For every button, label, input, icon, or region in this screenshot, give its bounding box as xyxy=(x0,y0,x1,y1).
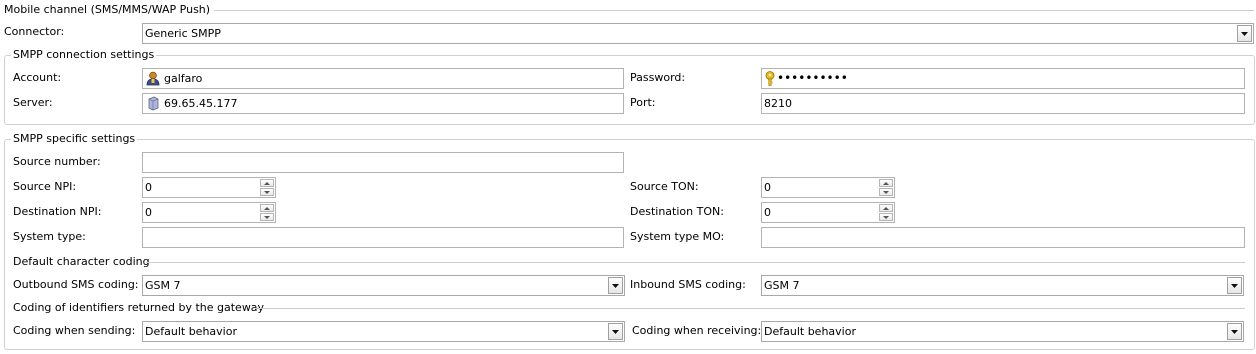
dest-ton-spinner[interactable]: 0 xyxy=(761,202,895,223)
source-npi-label: Source NPI: xyxy=(13,180,77,193)
user-icon xyxy=(146,71,160,88)
sending-coding-label: Coding when sending: xyxy=(13,324,136,337)
account-field[interactable]: galfaro xyxy=(142,68,624,89)
chevron-down-icon[interactable] xyxy=(1227,323,1242,340)
server-icon xyxy=(147,96,159,113)
connector-value: Generic SMPP xyxy=(145,27,221,40)
connection-settings-group xyxy=(4,55,1255,125)
receiving-coding-value: Default behavior xyxy=(764,325,856,338)
specific-settings-title: SMPP specific settings xyxy=(11,132,138,146)
connection-settings-title: SMPP connection settings xyxy=(11,48,157,62)
dest-npi-label: Destination NPI: xyxy=(13,205,102,218)
receiving-coding-label: Coding when receiving: xyxy=(632,324,762,337)
decrement-icon[interactable] xyxy=(260,188,274,196)
server-field[interactable]: 69.65.45.177 xyxy=(142,93,624,114)
password-label: Password: xyxy=(630,71,686,84)
inbound-coding-select[interactable]: GSM 7 xyxy=(761,275,1244,296)
server-value: 69.65.45.177 xyxy=(164,97,238,110)
decrement-icon[interactable] xyxy=(260,213,274,221)
chevron-down-icon[interactable] xyxy=(1237,25,1252,42)
chevron-down-icon[interactable] xyxy=(608,323,623,340)
increment-icon[interactable] xyxy=(260,179,274,187)
chevron-down-icon[interactable] xyxy=(1227,277,1242,294)
system-type-mo-label: System type MO: xyxy=(630,230,725,243)
decrement-icon[interactable] xyxy=(879,213,893,221)
outbound-coding-value: GSM 7 xyxy=(145,279,181,292)
source-npi-value: 0 xyxy=(145,181,152,194)
password-field[interactable]: •••••••••• xyxy=(761,68,1245,89)
source-number-label: Source number: xyxy=(13,155,101,168)
default-coding-title: Default character coding xyxy=(13,255,150,268)
inbound-coding-value: GSM 7 xyxy=(764,279,800,292)
connector-label: Connector: xyxy=(4,25,65,38)
dest-npi-value: 0 xyxy=(145,206,152,219)
port-field[interactable]: 8210 xyxy=(761,93,1245,114)
receiving-coding-select[interactable]: Default behavior xyxy=(761,321,1244,342)
mobile-channel-separator xyxy=(214,10,1254,11)
port-label: Port: xyxy=(630,96,656,109)
increment-icon[interactable] xyxy=(879,179,893,187)
source-ton-spinner[interactable]: 0 xyxy=(761,177,895,198)
identifiers-coding-separator xyxy=(255,308,1245,309)
outbound-coding-select[interactable]: GSM 7 xyxy=(142,275,625,296)
default-coding-separator xyxy=(146,262,1245,263)
system-type-field[interactable] xyxy=(142,227,624,248)
dest-npi-spinner[interactable]: 0 xyxy=(142,202,276,223)
password-value: •••••••••• xyxy=(777,71,848,85)
source-npi-spinner[interactable]: 0 xyxy=(142,177,276,198)
sending-coding-value: Default behavior xyxy=(145,325,237,338)
inbound-coding-label: Inbound SMS coding: xyxy=(630,278,746,291)
dest-ton-label: Destination TON: xyxy=(630,205,724,218)
source-ton-value: 0 xyxy=(764,181,771,194)
dest-ton-value: 0 xyxy=(764,206,771,219)
chevron-down-icon[interactable] xyxy=(608,277,623,294)
account-label: Account: xyxy=(13,71,62,84)
source-ton-label: Source TON: xyxy=(630,180,699,193)
source-number-field[interactable] xyxy=(142,152,624,173)
key-icon xyxy=(764,71,776,88)
increment-icon[interactable] xyxy=(260,204,274,212)
increment-icon[interactable] xyxy=(879,204,893,212)
sending-coding-select[interactable]: Default behavior xyxy=(142,321,625,342)
server-label: Server: xyxy=(13,96,53,109)
connector-select[interactable]: Generic SMPP xyxy=(142,23,1254,44)
identifiers-coding-title: Coding of identifiers returned by the ga… xyxy=(13,301,265,314)
port-value: 8210 xyxy=(764,97,792,110)
system-type-mo-field[interactable] xyxy=(761,227,1245,248)
account-value: galfaro xyxy=(164,72,203,85)
decrement-icon[interactable] xyxy=(879,188,893,196)
mobile-channel-title: Mobile channel (SMS/MMS/WAP Push) xyxy=(4,3,211,16)
system-type-label: System type: xyxy=(13,230,86,243)
outbound-coding-label: Outbound SMS coding: xyxy=(13,278,139,291)
